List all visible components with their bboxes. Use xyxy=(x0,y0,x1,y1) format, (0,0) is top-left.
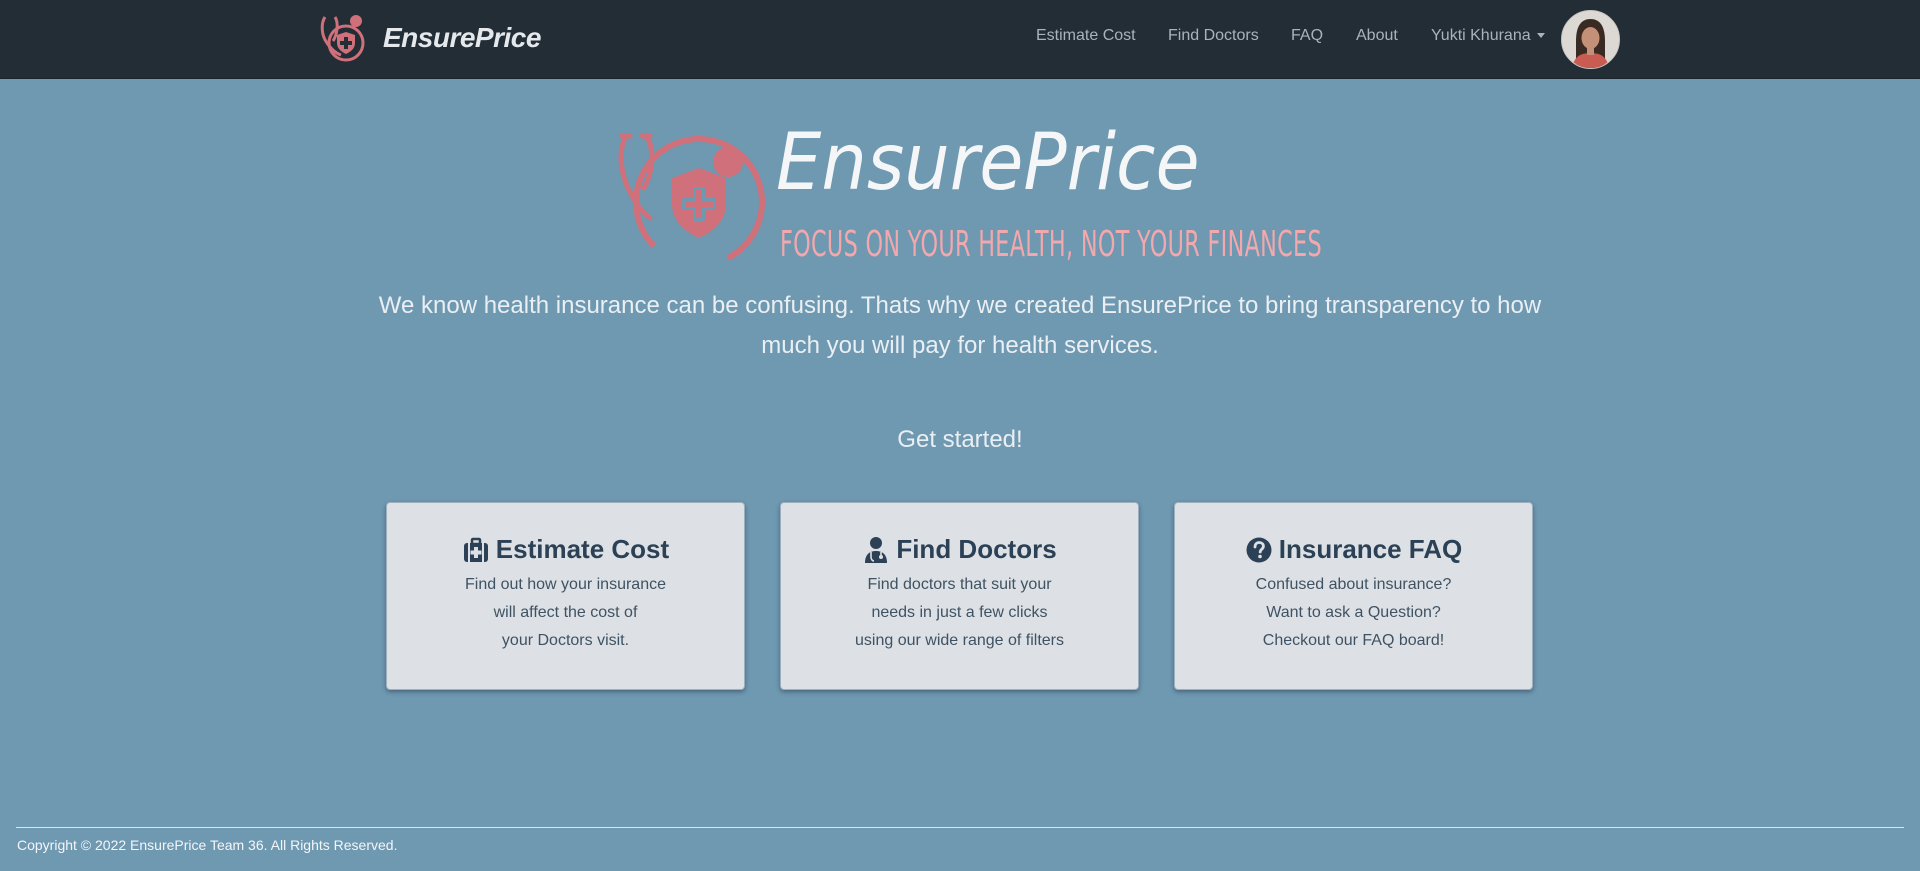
nav-link-estimate-cost[interactable]: Estimate Cost xyxy=(1036,27,1136,45)
brand-link[interactable]: EnsurePrice xyxy=(319,12,541,64)
card-line: using our wide range of filters xyxy=(855,632,1064,649)
navbar: EnsurePrice Estimate Cost Find Doctors F… xyxy=(0,0,1920,79)
footer-copyright: Copyright © 2022 EnsurePrice Team 36. Al… xyxy=(17,837,398,853)
estimate-cost-card[interactable]: Estimate Cost Find out how your insuranc… xyxy=(386,502,745,690)
card-line: Find out how your insurance xyxy=(465,576,666,593)
card-line: needs in just a few clicks xyxy=(871,604,1048,621)
stethoscope-shield-logo-icon xyxy=(320,15,365,62)
card-line: Confused about insurance? xyxy=(1255,576,1452,593)
card-line: Find doctors that suit your xyxy=(867,576,1052,593)
card-title: Estimate Cost xyxy=(495,534,670,564)
question-circle-icon xyxy=(1246,537,1272,562)
brand-name: EnsurePrice xyxy=(383,22,541,53)
hero-logo-icon xyxy=(618,133,765,268)
intro-text: We know health insurance can be confusin… xyxy=(378,292,1542,359)
card-title: Find Doctors xyxy=(896,534,1057,564)
user-avatar-image xyxy=(1562,11,1619,68)
card-line: your Doctors visit. xyxy=(501,632,630,649)
caret-down-icon xyxy=(1536,33,1545,39)
card-line: Checkout our FAQ board! xyxy=(1262,632,1445,649)
doctor-icon xyxy=(865,536,888,563)
card-title: Insurance FAQ xyxy=(1278,534,1463,564)
find-doctors-card[interactable]: Find Doctors Find doctors that suit your… xyxy=(780,502,1139,690)
user-name: Yukti Khurana xyxy=(1431,27,1531,44)
nav-link-about[interactable]: About xyxy=(1356,27,1398,45)
hero-tagline: FOCUS ON YOUR HEALTH, NOT YOUR FINANCES xyxy=(780,224,1322,265)
insurance-faq-card[interactable]: Insurance FAQ Confused about insurance? … xyxy=(1174,502,1533,690)
nav-link-faq[interactable]: FAQ xyxy=(1291,27,1323,45)
medkit-icon xyxy=(463,537,488,562)
footer-divider xyxy=(16,827,1904,828)
nav-link-find-doctors[interactable]: Find Doctors xyxy=(1168,27,1259,45)
card-line: Want to ask a Question? xyxy=(1266,604,1441,621)
get-started-heading: Get started! xyxy=(897,426,1023,453)
user-menu-dropdown[interactable]: Yukti Khurana xyxy=(1431,27,1545,45)
avatar[interactable] xyxy=(1561,10,1620,69)
card-line: will affect the cost of xyxy=(493,604,638,621)
hero-title: EnsurePrice xyxy=(776,118,1200,208)
